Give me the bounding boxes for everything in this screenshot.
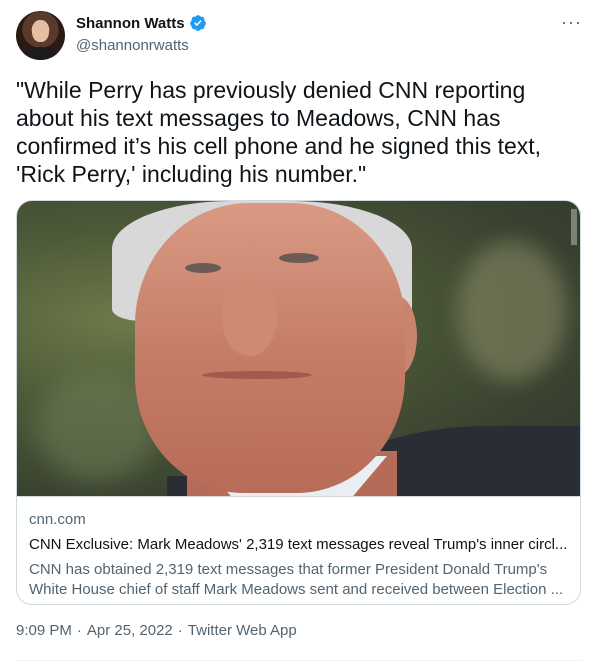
meta-separator: · — [177, 622, 183, 639]
more-options-icon[interactable]: ··· — [561, 12, 582, 33]
tweet-text: "While Perry has previously denied CNN r… — [16, 77, 542, 187]
card-description: CNN has obtained 2,319 text messages tha… — [29, 560, 568, 600]
avatar-face — [32, 20, 49, 42]
photo-credit — [571, 209, 577, 245]
author-display-name[interactable]: Shannon Watts — [76, 15, 185, 32]
card-description-line: CNN has obtained 2,319 text messages tha… — [29, 561, 548, 578]
meta-separator: · — [76, 622, 82, 639]
eye — [279, 253, 319, 263]
background-blur — [457, 241, 567, 381]
tweet-meta: 9:09 PM · Apr 25, 2022 · Twitter Web App — [16, 622, 297, 639]
card-description-line: White House chief of staff Mark Meadows … — [29, 581, 564, 598]
card-info[interactable]: cnn.com CNN Exclusive: Mark Meadows' 2,3… — [17, 496, 580, 604]
link-card[interactable]: cnn.com CNN Exclusive: Mark Meadows' 2,3… — [16, 200, 581, 605]
nose — [222, 281, 277, 356]
card-image[interactable] — [17, 201, 580, 496]
divider — [16, 660, 582, 661]
mouth — [202, 371, 312, 379]
verified-badge-icon — [189, 14, 207, 32]
tweet: Shannon Watts @shannonrwatts ··· "While … — [0, 0, 598, 667]
avatar[interactable] — [16, 11, 65, 60]
tweet-source[interactable]: Twitter Web App — [188, 622, 297, 639]
eye — [185, 263, 221, 273]
author-name-row: Shannon Watts — [76, 14, 207, 32]
author-handle[interactable]: @shannonrwatts — [76, 37, 189, 54]
tweet-date[interactable]: Apr 25, 2022 — [87, 622, 173, 639]
card-domain: cnn.com — [29, 511, 86, 528]
face — [135, 203, 405, 493]
avatar-shoulders — [22, 47, 59, 60]
tweet-time[interactable]: 9:09 PM — [16, 622, 72, 639]
card-title: CNN Exclusive: Mark Meadows' 2,319 text … — [29, 536, 568, 553]
